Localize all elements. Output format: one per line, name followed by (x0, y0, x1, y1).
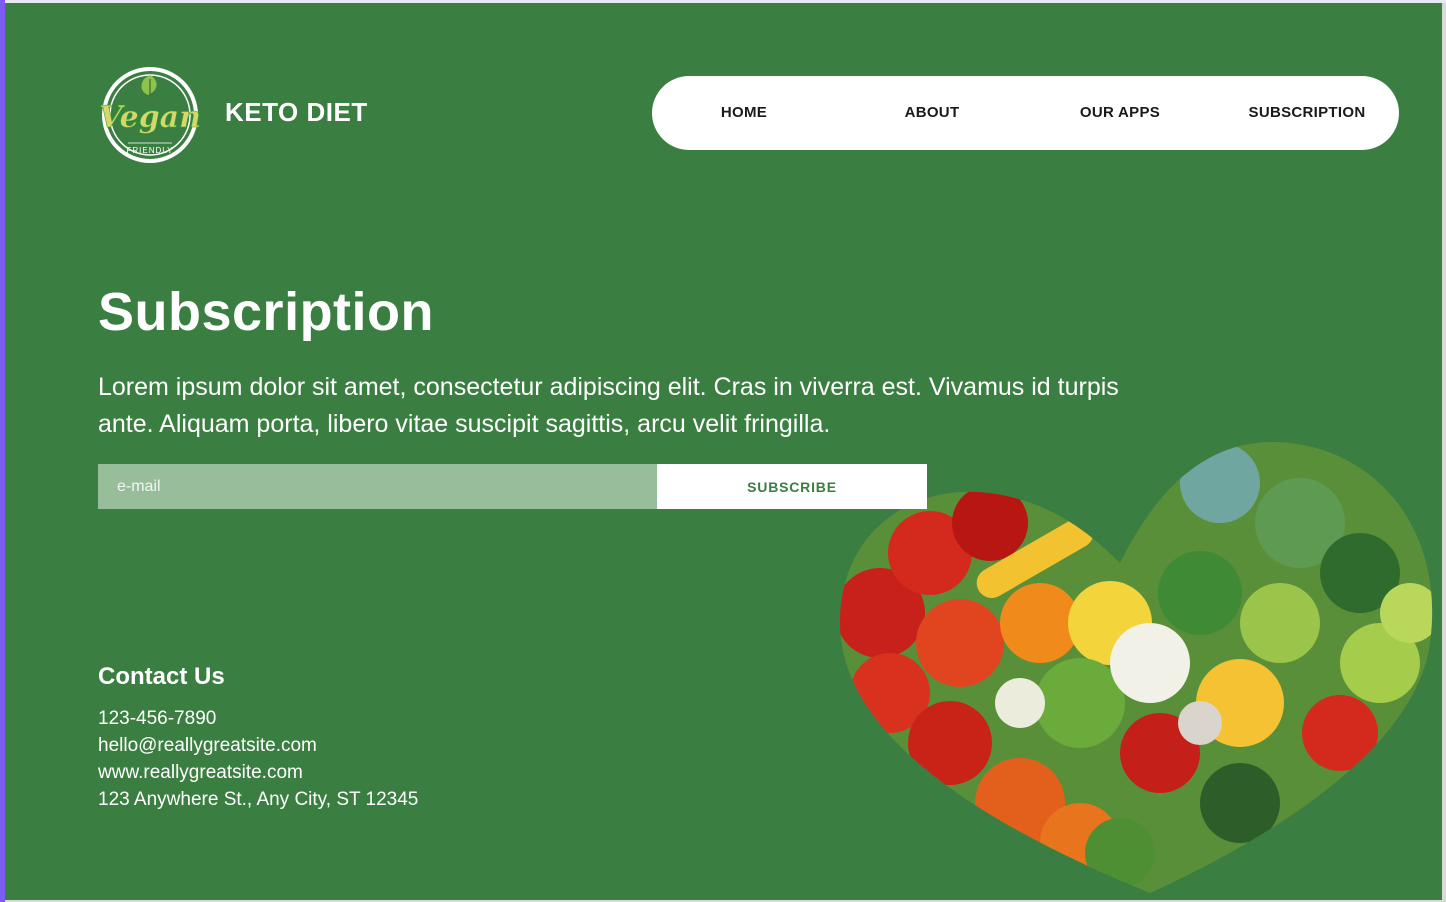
contact-phone: 123-456-7890 (98, 708, 217, 729)
contact-address: 123 Anywhere St., Any City, ST 12345 (98, 789, 419, 810)
contact-website: www.reallygreatsite.com (98, 762, 303, 783)
nav-item-our-apps[interactable]: OUR APPS (1045, 76, 1195, 150)
nav-item-subscription[interactable]: SUBSCRIPTION (1232, 76, 1382, 150)
brand-name: KETO DIET (225, 97, 368, 127)
page-canvas: Vegan FRIENDLY KETO DIET HOME ABOUT OUR … (5, 3, 1442, 900)
nav-item-about[interactable]: ABOUT (857, 76, 1007, 150)
main-navigation: HOME ABOUT OUR APPS SUBSCRIPTION (652, 76, 1399, 150)
subscribe-button[interactable]: SUBSCRIBE (657, 464, 927, 509)
logo-friendly-text: FRIENDLY (127, 146, 174, 155)
contact-heading: Contact Us (98, 663, 225, 690)
logo-vegan-text: Vegan (99, 100, 201, 135)
vegan-friendly-logo-icon: Vegan FRIENDLY (99, 67, 201, 163)
page-description: Lorem ipsum dolor sit amet, consectetur … (98, 373, 1119, 438)
email-input[interactable] (98, 464, 657, 509)
page-title: Subscription (98, 282, 435, 342)
contact-email: hello@reallygreatsite.com (98, 735, 317, 756)
nav-item-home[interactable]: HOME (669, 76, 819, 150)
